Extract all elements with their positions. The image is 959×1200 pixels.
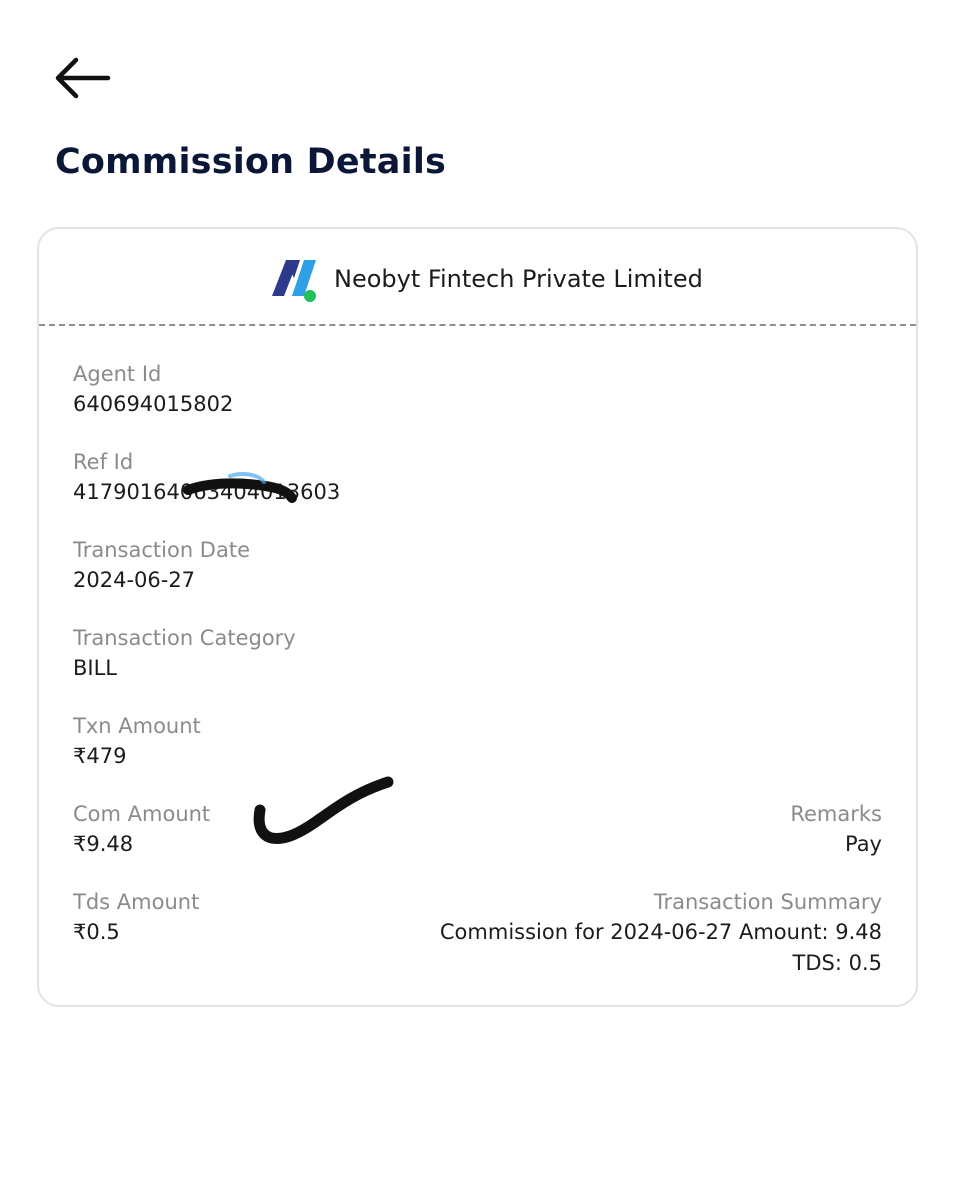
transaction-date-value: 2024-06-27 bbox=[73, 568, 196, 592]
ref-id-value: 41790164063404013603 bbox=[73, 480, 341, 504]
remarks-label: Remarks bbox=[790, 802, 882, 826]
tds-amount-field: Tds Amount ₹0.5 bbox=[73, 887, 199, 947]
transaction-category-value: BILL bbox=[73, 656, 117, 680]
arrow-left-icon bbox=[55, 57, 111, 99]
com-amount-value: ₹9.48 bbox=[73, 832, 134, 856]
page-title: Commission Details bbox=[55, 142, 447, 182]
agent-id-label: Agent Id bbox=[73, 362, 162, 386]
ref-id-label: Ref Id bbox=[73, 450, 134, 474]
com-amount-label: Com Amount bbox=[73, 802, 211, 826]
txn-amount-field: Txn Amount ₹479 bbox=[73, 711, 201, 771]
transaction-date-field: Transaction Date 2024-06-27 bbox=[73, 535, 250, 595]
transaction-summary-line2: TDS: 0.5 bbox=[792, 951, 882, 975]
txn-amount-value: ₹479 bbox=[73, 744, 127, 768]
remarks-field: Remarks Pay bbox=[790, 799, 882, 859]
com-amount-field: Com Amount ₹9.48 bbox=[73, 799, 210, 859]
card-header: Neobyt Fintech Private Limited bbox=[39, 229, 916, 326]
remarks-value: Pay bbox=[844, 832, 882, 856]
transaction-summary-line1: Commission for 2024-06-27 Amount: 9.48 bbox=[439, 920, 882, 944]
tds-amount-label: Tds Amount bbox=[73, 890, 200, 914]
transaction-date-label: Transaction Date bbox=[73, 538, 251, 562]
back-button[interactable] bbox=[52, 54, 112, 102]
txn-amount-label: Txn Amount bbox=[73, 714, 201, 738]
transaction-summary-label: Transaction Summary bbox=[653, 890, 882, 914]
tds-amount-value: ₹0.5 bbox=[73, 920, 120, 944]
agent-id-value: 640694015802 bbox=[73, 392, 234, 416]
agent-id-field: Agent Id 640694015802 bbox=[73, 359, 233, 419]
commission-card: Neobyt Fintech Private Limited Agent Id … bbox=[37, 227, 918, 1007]
neobyt-logo bbox=[272, 260, 316, 302]
transaction-summary-field: Transaction Summary Commission for 2024-… bbox=[440, 887, 882, 979]
transaction-category-label: Transaction Category bbox=[73, 626, 296, 650]
transaction-category-field: Transaction Category BILL bbox=[73, 623, 296, 683]
transaction-summary-value: Commission for 2024-06-27 Amount: 9.48 T… bbox=[440, 917, 882, 979]
ref-id-field: Ref Id 41790164063404013603 bbox=[73, 447, 340, 507]
brand-name: Neobyt Fintech Private Limited bbox=[334, 265, 703, 293]
